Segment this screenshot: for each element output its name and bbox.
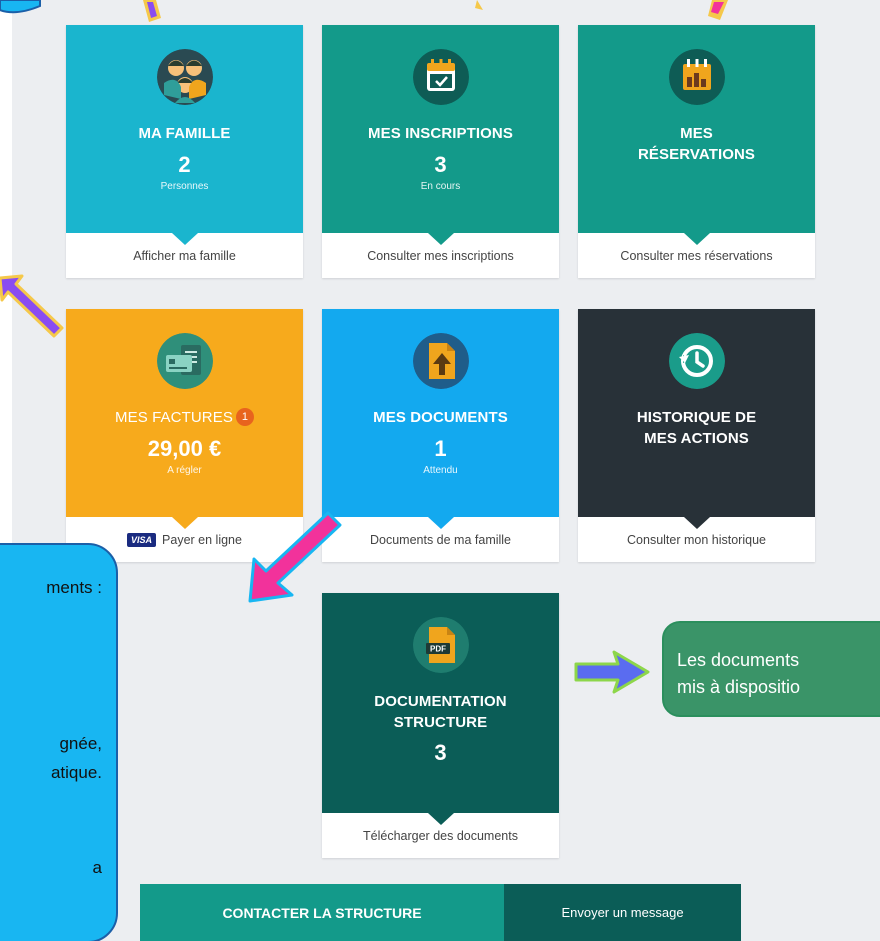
tile-count: 3: [434, 740, 447, 765]
annotation-text: atique.: [50, 763, 102, 782]
history-clock-icon: [668, 333, 725, 389]
arrow-purple-icon: [0, 274, 64, 338]
tile-subtitle: Attendu: [423, 465, 458, 476]
annotation-bubble-right: Les documents mis à dispositio: [662, 621, 880, 717]
tile-subtitle: A régler: [167, 465, 202, 476]
tile-link-mes-reservations[interactable]: Consulter mes réservations: [578, 233, 815, 278]
tile-link-label: Afficher ma famille: [133, 248, 236, 263]
tile-header: PDF DOCUMENTATION STRUCTURE 3: [322, 593, 559, 825]
tile-title-line-1: MES: [680, 125, 713, 142]
notification-badge: 1: [235, 408, 254, 426]
tile-title: MES RÉSERVATIONS: [586, 123, 807, 165]
arrow-pink-icon: [248, 511, 342, 603]
tile-title: MA FAMILLE: [138, 125, 231, 142]
calendar-chart-icon: [668, 49, 725, 105]
tile-link-mes-inscriptions[interactable]: Consulter mes inscriptions: [322, 233, 559, 278]
tile-count: 3: [434, 152, 447, 177]
send-message-button[interactable]: Envoyer un message: [504, 884, 741, 941]
tile-link-label: Télécharger des documents: [363, 828, 518, 843]
tile-link-label: Consulter mes réservations: [620, 248, 773, 263]
annotation-text: mis à dispositio: [677, 677, 801, 697]
tile-ma-famille[interactable]: MA FAMILLE 2 Personnes Afficher ma famil…: [66, 25, 303, 278]
tile-title-line-2: RÉSERVATIONS: [637, 146, 756, 163]
tile-subtitle: En cours: [420, 181, 461, 192]
tile-title: MES FACTURES 1: [74, 407, 295, 428]
tile-subtitle: Personnes: [160, 181, 209, 192]
tile-count: 1: [434, 436, 447, 461]
tile-title-line-1: HISTORIQUE DE: [636, 409, 757, 426]
annotation-text: gnée,: [59, 734, 102, 753]
pdf-label: PDF: [430, 645, 446, 654]
tile-link-label: Consulter mes inscriptions: [367, 248, 514, 263]
tile-header: MES INSCRIPTIONS 3 En cours: [322, 25, 559, 245]
tile-title: MES INSCRIPTIONS: [368, 125, 513, 142]
calendar-check-icon: [412, 49, 469, 105]
tile-count: 2: [178, 152, 191, 177]
tile-title-line-2: MES ACTIONS: [644, 430, 749, 447]
tile-header: MES FACTURES 1 29,00 € A régler: [66, 309, 303, 529]
annotation-text: ments :: [46, 578, 102, 597]
tile-link-historique[interactable]: Consulter mon historique: [578, 517, 815, 562]
annotation-text: Les documents: [677, 650, 800, 670]
annotation-bubble-left: ments : gnée, atique. a: [0, 543, 118, 941]
tile-title-text: MES FACTURES: [115, 409, 233, 426]
tile-link-ma-famille[interactable]: Afficher ma famille: [66, 233, 303, 278]
contact-structure-button[interactable]: CONTACTER LA STRUCTURE: [140, 884, 504, 941]
download-documents-link[interactable]: Télécharger des documents: [322, 813, 559, 858]
tile-header: MES DOCUMENTS 1 Attendu: [322, 309, 559, 529]
tile-title: MES DOCUMENTS: [373, 409, 508, 426]
tile-title: HISTORIQUE DE MES ACTIONS: [586, 407, 807, 449]
tile-title-line-2: STRUCTURE: [393, 714, 488, 731]
family-icon: [156, 49, 213, 105]
tile-link-label: Consulter mon historique: [627, 532, 766, 547]
pdf-file-icon: PDF: [412, 617, 469, 673]
tile-header: MES RÉSERVATIONS: [578, 25, 815, 245]
top-decoration: [0, 0, 728, 22]
annotation-text: a: [92, 858, 102, 877]
tile-amount: 29,00 €: [147, 436, 222, 461]
tile-link-label: Payer en ligne: [162, 532, 242, 547]
visa-icon: VISA: [127, 532, 157, 547]
tile-mes-reservations[interactable]: MES RÉSERVATIONS Consulter mes réservati…: [578, 25, 815, 278]
tile-title-line-1: DOCUMENTATION: [374, 693, 507, 710]
tile-header: MA FAMILLE 2 Personnes: [66, 25, 303, 245]
tile-link-label: Documents de ma famille: [369, 532, 512, 547]
invoice-card-icon: [156, 333, 213, 389]
tile-link-mes-documents[interactable]: Documents de ma famille: [322, 517, 559, 562]
document-upload-icon: [412, 333, 469, 389]
tile-historique[interactable]: HISTORIQUE DE MES ACTIONS Consulter mon …: [578, 309, 815, 562]
arrow-blue-icon: [574, 650, 650, 694]
tile-documentation-structure[interactable]: PDF DOCUMENTATION STRUCTURE 3 Télécharge…: [322, 593, 559, 858]
tile-mes-documents[interactable]: MES DOCUMENTS 1 Attendu Documents de ma …: [322, 309, 559, 562]
tile-header: HISTORIQUE DE MES ACTIONS: [578, 309, 815, 529]
contact-bar: CONTACTER LA STRUCTURE Envoyer un messag…: [140, 884, 741, 941]
tile-title: DOCUMENTATION STRUCTURE: [330, 691, 551, 733]
tile-mes-inscriptions[interactable]: MES INSCRIPTIONS 3 En cours Consulter me…: [322, 25, 559, 278]
